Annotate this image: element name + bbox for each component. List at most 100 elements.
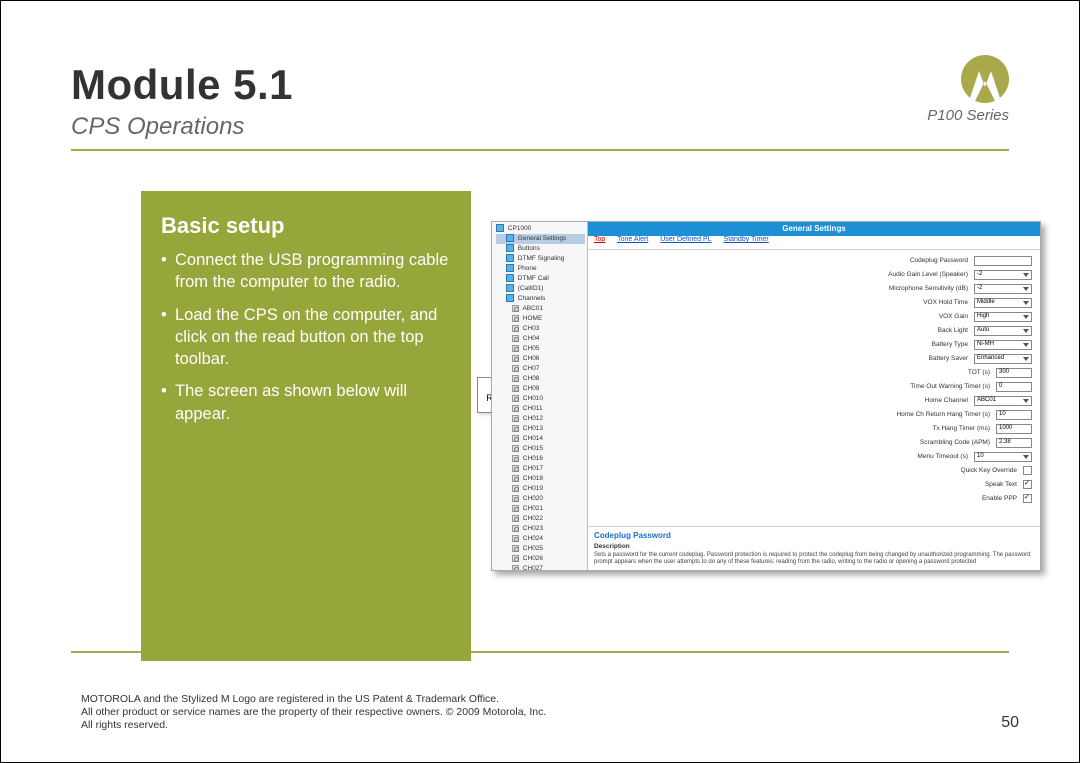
- tree-node[interactable]: CH019: [496, 484, 585, 494]
- tab[interactable]: Top: [594, 236, 605, 243]
- setting-label: Quick Key Override: [961, 467, 1017, 474]
- series-label: P100 Series: [927, 107, 1009, 124]
- select-input[interactable]: Middle: [974, 298, 1032, 308]
- setting-label: Home Channel: [925, 397, 968, 404]
- bullet-item: The screen as shown below will appear.: [161, 380, 453, 425]
- setting-label: Battery Type: [932, 341, 968, 348]
- setting-row: Home Ch Return Hang Timer (s) 10: [596, 408, 1032, 421]
- select-input[interactable]: ABC01: [974, 396, 1032, 406]
- tree-node[interactable]: CH015: [496, 444, 585, 454]
- footer-line: All other product or service names are t…: [81, 706, 546, 719]
- tree-node[interactable]: CH08: [496, 374, 585, 384]
- spinner-input[interactable]: 300: [996, 368, 1032, 378]
- tree-node[interactable]: CH05: [496, 344, 585, 354]
- setting-label: Enable PPP: [982, 495, 1017, 502]
- setting-label: Tx Hang Timer (ms): [933, 425, 990, 432]
- tree-node[interactable]: CH012: [496, 414, 585, 424]
- tree-node[interactable]: CH014: [496, 434, 585, 444]
- tab[interactable]: User Defined PL: [660, 236, 711, 243]
- footer-line: All rights reserved.: [81, 719, 546, 732]
- tab-bar: Top Tone Alert User Defined PL Standby T…: [588, 236, 1040, 250]
- tab[interactable]: Tone Alert: [617, 236, 648, 243]
- tree-node[interactable]: (CallID1): [496, 284, 585, 294]
- nav-tree[interactable]: CP1000 General Settings Buttons DTMF Sig…: [492, 222, 588, 570]
- checkbox-input[interactable]: [1023, 466, 1032, 475]
- tab[interactable]: Standby Timer: [724, 236, 769, 243]
- tree-node[interactable]: CH026: [496, 554, 585, 564]
- text-input[interactable]: [974, 256, 1032, 266]
- panel-title: Basic setup: [161, 213, 453, 239]
- bullet-item: Connect the USB programming cable from t…: [161, 249, 453, 294]
- setting-label: Home Ch Return Hang Timer (s): [896, 411, 990, 418]
- setting-row: Tx Hang Timer (ms) 1000: [596, 422, 1032, 435]
- footer-text: MOTOROLA and the Stylized M Logo are reg…: [81, 693, 546, 732]
- tree-node[interactable]: CH013: [496, 424, 585, 434]
- setting-label: TOT (s): [968, 369, 990, 376]
- tree-node[interactable]: CH016: [496, 454, 585, 464]
- setting-row: Speak Text: [596, 478, 1032, 491]
- select-input[interactable]: -2: [974, 284, 1032, 294]
- settings-form: Codeplug PasswordAudio Gain Level (Speak…: [588, 250, 1040, 526]
- tree-node[interactable]: CH021: [496, 504, 585, 514]
- setting-row: Menu Timeout (s) 10: [596, 450, 1032, 463]
- bullet-item: Load the CPS on the computer, and click …: [161, 304, 453, 371]
- tree-node[interactable]: CH020: [496, 494, 585, 504]
- tree-node[interactable]: CH024: [496, 534, 585, 544]
- setting-label: Microphone Sensitivity (dB): [889, 285, 968, 292]
- tree-node[interactable]: CH017: [496, 464, 585, 474]
- tree-node[interactable]: Channels: [496, 294, 585, 304]
- content-panel: Basic setup Connect the USB programming …: [141, 191, 471, 661]
- setting-label: VOX Gain: [939, 313, 968, 320]
- select-input[interactable]: Enhanced: [974, 354, 1032, 364]
- setting-row: Back LightAuto: [596, 324, 1032, 337]
- tree-node[interactable]: CH03: [496, 324, 585, 334]
- setting-row: Battery Type Ni-MH: [596, 338, 1032, 351]
- select-input[interactable]: High: [974, 312, 1032, 322]
- tree-node[interactable]: CH04: [496, 334, 585, 344]
- setting-label: Menu Timeout (s): [917, 453, 968, 460]
- setting-label: Audio Gain Level (Speaker): [888, 271, 968, 278]
- tree-node[interactable]: CP1000: [496, 224, 585, 234]
- setting-label: Time Out Warning Timer (s): [910, 383, 990, 390]
- divider-top: [71, 149, 1009, 151]
- desc-sub: Description: [594, 543, 1034, 550]
- tree-node[interactable]: CH018: [496, 474, 585, 484]
- checkbox-input[interactable]: [1023, 480, 1032, 489]
- tree-node[interactable]: General Settings: [496, 234, 585, 244]
- tree-node[interactable]: CH07: [496, 364, 585, 374]
- tree-node[interactable]: DTMF Call: [496, 274, 585, 284]
- settings-panel: General Settings Top Tone Alert User Def…: [588, 222, 1040, 570]
- tree-node[interactable]: CH010: [496, 394, 585, 404]
- tree-node[interactable]: CH022: [496, 514, 585, 524]
- spinner-input[interactable]: 2.38: [996, 438, 1032, 448]
- setting-row: Microphone Sensitivity (dB) -2: [596, 282, 1032, 295]
- tree-node[interactable]: HOME: [496, 314, 585, 324]
- slide-header: Module 5.1 CPS Operations P100 Series: [71, 61, 1009, 151]
- checkbox-input[interactable]: [1023, 494, 1032, 503]
- desc-heading: Codeplug Password: [594, 531, 1034, 540]
- tree-node[interactable]: CH09: [496, 384, 585, 394]
- tree-node[interactable]: CH025: [496, 544, 585, 554]
- tree-node[interactable]: CH027: [496, 564, 585, 570]
- spinner-input[interactable]: 1000: [996, 424, 1032, 434]
- setting-row: Audio Gain Level (Speaker) -2: [596, 268, 1032, 281]
- tree-node[interactable]: DTMF Signaling: [496, 254, 585, 264]
- setting-label: VOX Hold Time: [923, 299, 968, 306]
- tree-node[interactable]: CH06: [496, 354, 585, 364]
- tree-node[interactable]: ABC01: [496, 304, 585, 314]
- setting-label: Scrambling Code (APM): [920, 439, 990, 446]
- tree-node[interactable]: CH011: [496, 404, 585, 414]
- select-input[interactable]: -2: [974, 270, 1032, 280]
- module-subtitle: CPS Operations: [71, 113, 1009, 141]
- select-input[interactable]: 10: [974, 452, 1032, 462]
- setting-row: Quick Key Override: [596, 464, 1032, 477]
- setting-row: Scrambling Code (APM) 2.38: [596, 436, 1032, 449]
- spinner-input[interactable]: 0: [996, 382, 1032, 392]
- tree-node[interactable]: Phone: [496, 264, 585, 274]
- module-title: Module 5.1: [71, 61, 1009, 109]
- select-input[interactable]: Auto: [974, 326, 1032, 336]
- tree-node[interactable]: CH023: [496, 524, 585, 534]
- spinner-input[interactable]: 10: [996, 410, 1032, 420]
- tree-node[interactable]: Buttons: [496, 244, 585, 254]
- select-input[interactable]: Ni-MH: [974, 340, 1032, 350]
